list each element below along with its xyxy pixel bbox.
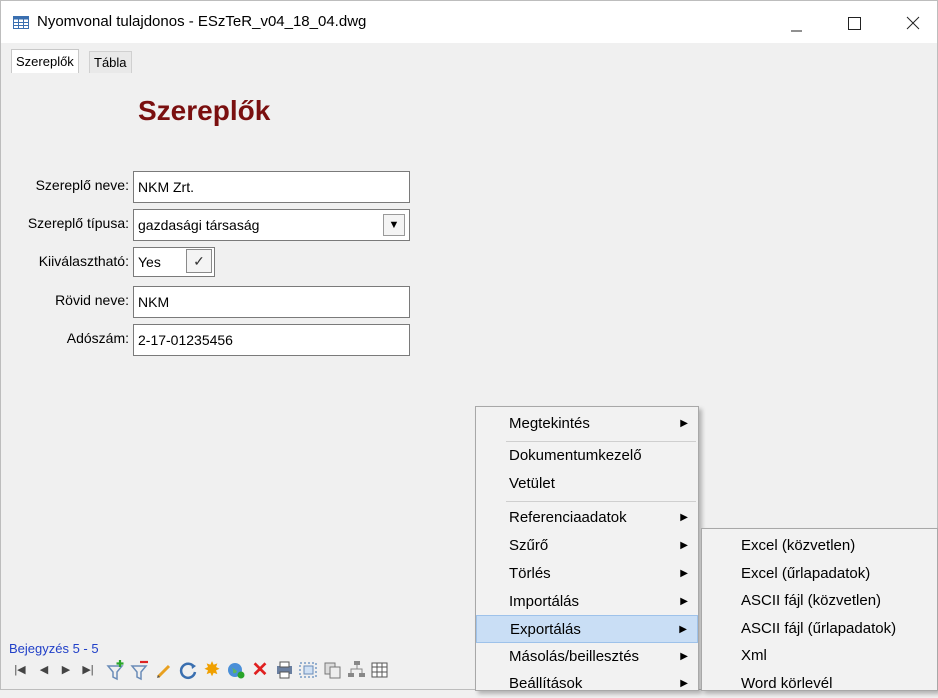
type-label: Szereplő típusa: xyxy=(27,215,129,231)
menu-item-beallitasok[interactable]: Beállítások ▶ xyxy=(476,670,698,698)
submenu-arrow-icon: ▶ xyxy=(680,540,688,551)
name-field[interactable]: NKM Zrt. xyxy=(133,171,410,203)
next-record-icon[interactable]: ▶ xyxy=(55,657,77,683)
menu-item-exportalas[interactable]: Exportálás ▶ xyxy=(476,615,698,643)
close-icon xyxy=(906,16,920,30)
submenu-item-xml[interactable]: Xml xyxy=(702,642,937,670)
menu-item-masolas-beillesztes[interactable]: Másolás/beillesztés ▶ xyxy=(476,643,698,671)
menu-item-vetulet[interactable]: Vetület xyxy=(476,470,698,498)
tax-number-field[interactable]: 2-17-01235456 xyxy=(133,324,410,356)
record-status: Bejegyzés 5 - 5 xyxy=(9,641,99,656)
new-record-icon[interactable]: ✸ xyxy=(201,657,223,683)
menu-item-referenciaadatok[interactable]: Referenciaadatok ▶ xyxy=(476,504,698,532)
table-icon[interactable] xyxy=(369,657,391,683)
submenu-item-excel-kozvetlen[interactable]: Excel (közvetlen) xyxy=(702,532,937,560)
tab-strip: Szereplők Tábla xyxy=(1,49,937,73)
selectable-checkbox[interactable]: ✓ xyxy=(186,249,212,273)
print-icon[interactable] xyxy=(273,657,295,683)
menu-item-megtekintes[interactable]: Megtekintés ▶ xyxy=(476,410,698,438)
page-title: Szereplők xyxy=(138,95,271,126)
submenu-arrow-icon: ▶ xyxy=(680,568,688,579)
submenu-arrow-icon: ▶ xyxy=(680,418,688,429)
globe-icon[interactable] xyxy=(225,657,247,683)
menu-separator xyxy=(506,501,696,502)
check-icon: ✓ xyxy=(193,253,205,269)
menu-item-szuro[interactable]: Szűrő ▶ xyxy=(476,532,698,560)
last-record-icon[interactable]: ▶| xyxy=(77,657,99,683)
close-button[interactable] xyxy=(890,1,936,43)
prev-record-icon[interactable]: ◀ xyxy=(33,657,55,683)
field-labels: Szereplő neve: Szereplő típusa: Kiiválas… xyxy=(1,1,129,691)
submenu-item-ascii-kozvetlen[interactable]: ASCII fájl (közvetlen) xyxy=(702,587,937,615)
menu-item-torles[interactable]: Törlés ▶ xyxy=(476,560,698,588)
submenu-arrow-icon: ▶ xyxy=(680,596,688,607)
tax-number-label: Adószám: xyxy=(66,330,129,346)
submenu-item-excel-urlapadatok[interactable]: Excel (űrlapadatok) xyxy=(702,560,937,588)
first-record-icon[interactable]: |◀ xyxy=(9,657,31,683)
short-name-label: Rövid neve: xyxy=(55,292,129,308)
submenu-arrow-icon: ▶ xyxy=(679,624,687,635)
dropdown-arrow-icon[interactable]: ▼ xyxy=(383,214,405,236)
minimize-button[interactable] xyxy=(773,1,819,43)
name-label: Szereplő neve: xyxy=(35,177,129,193)
delete-icon[interactable]: ✕ xyxy=(249,657,271,683)
context-menu: Megtekintés ▶ Dokumentumkezelő Vetület Re… xyxy=(475,406,699,692)
refresh-icon[interactable] xyxy=(177,657,199,683)
type-select[interactable]: gazdasági társaság ▼ xyxy=(133,209,410,241)
remove-filter-icon[interactable] xyxy=(129,657,151,683)
export-submenu: Excel (közvetlen) Excel (űrlapadatok) AS… xyxy=(701,528,938,692)
title-bar: Nyomvonal tulajdonos - ESzTeR_v04_18_04.… xyxy=(1,1,937,43)
type-select-value: gazdasági társaság xyxy=(138,217,260,233)
short-name-field[interactable]: NKM xyxy=(133,286,410,318)
submenu-arrow-icon: ▶ xyxy=(680,512,688,523)
selectable-value: Yes xyxy=(138,254,161,270)
copy-icon[interactable] xyxy=(321,657,343,683)
submenu-item-word-korlevel[interactable]: Word körlevél xyxy=(702,670,937,698)
submenu-arrow-icon: ▶ xyxy=(680,651,688,662)
edit-icon[interactable] xyxy=(153,657,175,683)
selectable-label: Kiiválasztható: xyxy=(38,253,129,269)
minimize-icon xyxy=(791,30,802,32)
menu-item-importalas[interactable]: Importálás ▶ xyxy=(476,588,698,616)
maximize-icon xyxy=(848,17,861,30)
maximize-button[interactable] xyxy=(831,1,877,43)
menu-item-dokumentumkezelo[interactable]: Dokumentumkezelő xyxy=(476,442,698,470)
submenu-arrow-icon: ▶ xyxy=(680,678,688,689)
submenu-item-ascii-urlapadatok[interactable]: ASCII fájl (űrlapadatok) xyxy=(702,615,937,643)
app-window: Nyomvonal tulajdonos - ESzTeR_v04_18_04.… xyxy=(0,0,938,692)
add-filter-icon[interactable] xyxy=(105,657,127,683)
select-icon[interactable] xyxy=(297,657,319,683)
tree-icon[interactable] xyxy=(345,657,367,683)
record-toolbar: |◀ ◀ ▶ ▶| ✸ ✕ xyxy=(9,657,479,687)
